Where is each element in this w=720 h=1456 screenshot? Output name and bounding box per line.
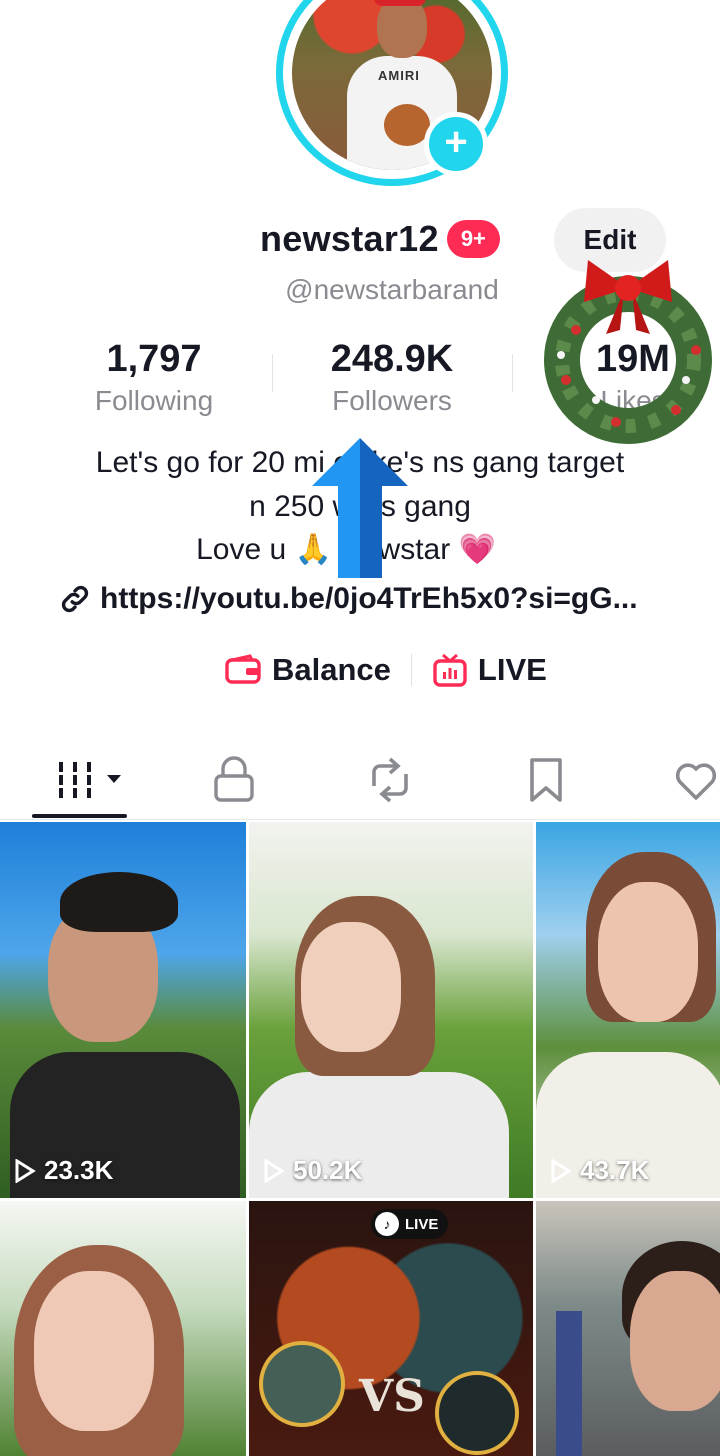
tab-liked[interactable] — [672, 750, 720, 810]
play-icon — [264, 1158, 285, 1183]
avatar-shirt-text: AMIRI — [378, 68, 420, 83]
link-icon — [61, 585, 89, 613]
followers-label: Followers — [332, 385, 452, 416]
balance-label: Balance — [272, 652, 391, 687]
divider — [410, 654, 412, 686]
video-thumbnail[interactable]: 23.3K — [0, 822, 246, 1198]
video-thumbnail[interactable] — [0, 1201, 246, 1456]
view-count: 50.2K — [263, 1155, 362, 1186]
view-count-text: 23.3K — [44, 1155, 114, 1185]
followers-count: 248.9K — [330, 338, 454, 380]
repost-icon — [372, 757, 408, 803]
versus-graphic: VS — [359, 1371, 425, 1422]
avatar — [435, 1371, 519, 1455]
tab-reposts[interactable] — [360, 750, 420, 810]
live-badge: ♪ LIVE — [371, 1209, 449, 1239]
heart-icon — [675, 763, 717, 800]
tab-favorites[interactable] — [516, 750, 576, 810]
video-thumbnail[interactable]: ♪ LIVE VS — [249, 1201, 533, 1456]
tiktok-logo-icon: ♪ — [375, 1212, 399, 1236]
video-thumbnail[interactable] — [536, 1201, 720, 1456]
grid-bars-icon — [59, 762, 121, 798]
username: newstar12 — [260, 218, 439, 259]
live-label: LIVE — [477, 652, 547, 687]
bio-link[interactable]: https://youtu.be/0jo4TrEh5x0?si=gG... — [58, 582, 638, 616]
notification-badge[interactable]: 9+ — [446, 220, 500, 258]
blue-up-arrow-sticker — [312, 438, 408, 578]
video-thumbnail[interactable]: 50.2K — [249, 822, 533, 1198]
following-count: 1,797 — [106, 338, 202, 380]
active-tab-indicator — [32, 814, 127, 818]
stat-followers[interactable]: 248.9K Followers — [318, 338, 466, 417]
following-label: Following — [94, 385, 214, 416]
view-count-text: 43.7K — [580, 1155, 650, 1185]
view-count-text: 50.2K — [293, 1155, 363, 1185]
profile-tabs — [0, 740, 720, 820]
stat-divider — [512, 354, 513, 392]
name-row: newstar12 9+ — [260, 218, 500, 260]
bookmark-icon — [530, 758, 562, 802]
avatar — [259, 1341, 345, 1427]
pink-heart-emoji: 💗 — [458, 533, 496, 566]
wallet-icon — [225, 654, 261, 684]
add-story-button[interactable]: + — [424, 112, 488, 176]
stat-following[interactable]: 1,797 Following — [84, 338, 224, 417]
video-thumbnail[interactable]: 43.7K — [536, 822, 720, 1198]
christmas-wreath-sticker — [544, 260, 712, 444]
live-tv-icon — [433, 653, 467, 687]
quick-actions: Balance LIVE — [224, 652, 547, 688]
view-count: 23.3K — [14, 1155, 113, 1186]
play-icon — [551, 1158, 572, 1183]
tab-videos[interactable] — [52, 750, 128, 810]
balance-button[interactable]: Balance — [224, 652, 391, 688]
view-count: 43.7K — [550, 1155, 649, 1186]
stat-divider — [272, 354, 273, 392]
play-icon — [15, 1158, 36, 1183]
live-button[interactable]: LIVE — [432, 652, 547, 688]
live-badge-text: LIVE — [405, 1215, 439, 1233]
bio-link-text[interactable]: https://youtu.be/0jo4TrEh5x0?si=gG... — [100, 582, 638, 616]
tab-private[interactable] — [204, 750, 264, 810]
lock-icon — [214, 756, 254, 802]
